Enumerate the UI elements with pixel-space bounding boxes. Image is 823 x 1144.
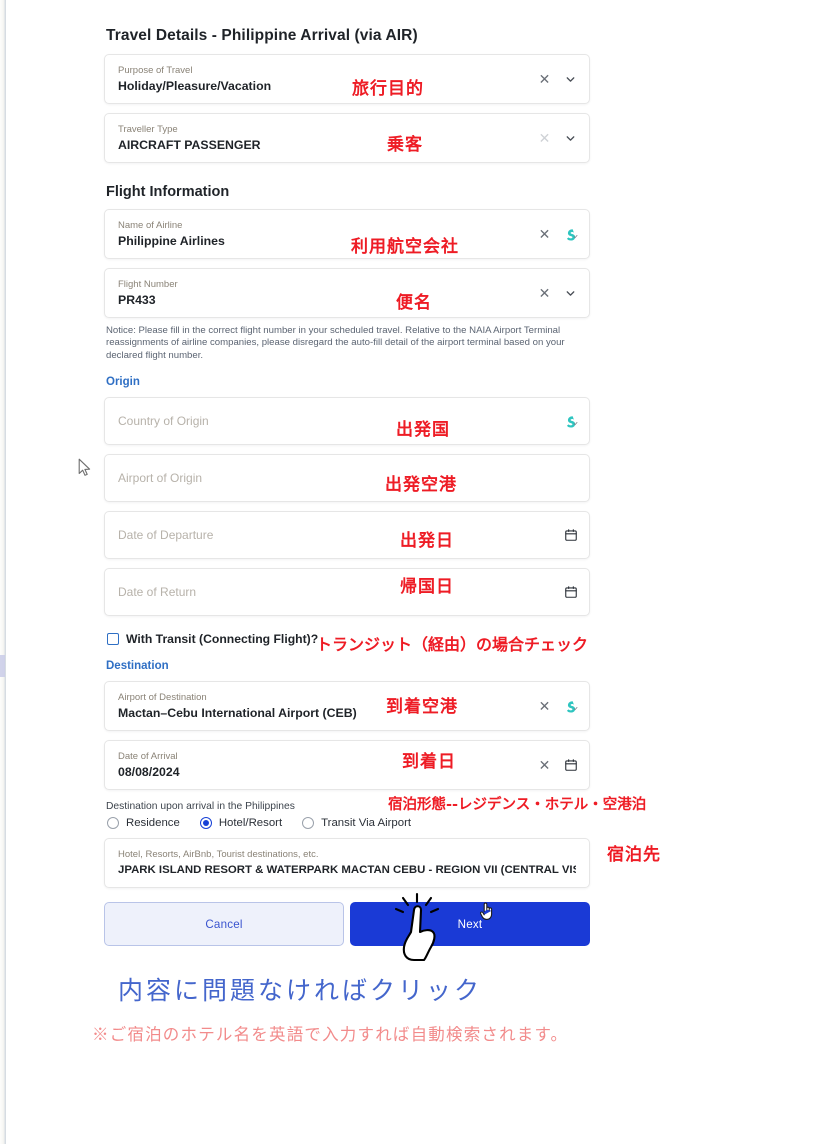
field-label: Traveller Type <box>118 124 178 135</box>
clear-icon[interactable]: ✕ <box>537 131 552 146</box>
field-date-of-arrival[interactable]: Date of Arrival 08/08/2024 ✕ <box>104 740 590 791</box>
annotation-transit: トランジット（経由）の場合チェック <box>316 635 589 654</box>
field-date-of-return[interactable]: Date of Return <box>104 568 590 617</box>
field-purpose-of-travel[interactable]: Purpose of Travel Holiday/Pleasure/Vacat… <box>104 54 590 104</box>
mouse-arrow-cursor <box>78 458 92 482</box>
field-icons <box>563 569 578 615</box>
field-icons: ✕ <box>537 741 578 789</box>
field-value: PR433 <box>118 293 156 307</box>
flight-number-notice: Notice: Please fill in the correct fligh… <box>106 325 565 361</box>
cancel-button[interactable]: Cancel <box>104 902 344 947</box>
radio-label-hotel-resort[interactable]: Hotel/Resort <box>219 817 282 829</box>
annotation-airport-of-origin: 出発空港 <box>385 475 457 495</box>
field-flight-number[interactable]: Flight Number PR433 ✕ <box>104 268 590 318</box>
annotation-date-of-return: 帰国日 <box>400 577 454 597</box>
field-label: Hotel, Resorts, AirBnb, Tourist destinat… <box>118 849 319 861</box>
footnote-hotel-search: ※ご宿泊のホテル名を英語で入力すれば自動検索されます。 <box>92 1025 569 1044</box>
field-placeholder: Date of Departure <box>118 528 214 543</box>
calendar-icon[interactable] <box>563 528 578 543</box>
page-scrollbar-track[interactable] <box>0 0 6 1144</box>
radio-transit-via-airport[interactable] <box>302 817 315 830</box>
page-title: Travel Details - Philippine Arrival (via… <box>106 27 418 44</box>
annotation-hotel: 宿泊先 <box>607 845 661 865</box>
chevron-down-icon[interactable] <box>563 286 578 301</box>
field-country-of-origin[interactable]: Country of Origin <box>104 397 590 446</box>
chevron-down-icon[interactable] <box>563 72 578 87</box>
annotation-airport-of-destination: 到着空港 <box>386 697 458 717</box>
field-date-of-departure[interactable]: Date of Departure <box>104 511 590 560</box>
radio-residence[interactable] <box>107 817 119 830</box>
field-label: Airport of Destination <box>118 692 207 704</box>
field-icons: ✕ <box>537 682 578 730</box>
clear-icon[interactable]: ✕ <box>537 227 552 242</box>
field-value: Mactan–Cebu International Airport (CEB) <box>118 706 357 721</box>
transit-label: With Transit (Connecting Flight)? <box>126 632 319 647</box>
annotation-purpose: 旅行目的 <box>352 79 424 99</box>
hand-pointing-illustration <box>384 892 454 972</box>
field-icons: ✕ <box>537 55 578 103</box>
flight-information-heading: Flight Information <box>106 184 230 200</box>
annotation-date-of-departure: 出発日 <box>400 531 454 551</box>
field-value: Philippine Airlines <box>118 234 225 248</box>
hand-pointer-cursor <box>479 901 495 926</box>
field-icons <box>563 512 578 558</box>
annotation-accommodation-type: 宿泊形態--レジデンス・ホテル・空港泊 <box>388 797 647 813</box>
annotation-airline: 利用航空会社 <box>351 237 459 257</box>
autofill-icon[interactable] <box>563 227 578 242</box>
field-placeholder: Date of Return <box>118 585 197 600</box>
destination-heading: Destination <box>106 660 169 673</box>
field-placeholder: Country of Origin <box>118 414 209 429</box>
calendar-icon[interactable] <box>563 585 578 600</box>
field-value: JPARK ISLAND RESORT & WATERPARK MACTAN C… <box>118 864 576 877</box>
field-label: Name of Airline <box>118 220 183 231</box>
field-airport-of-destination[interactable]: Airport of Destination Mactan–Cebu Inter… <box>104 681 590 732</box>
field-name-of-airline[interactable]: Name of Airline Philippine Airlines ✕ <box>104 209 590 259</box>
annotation-next-button: 内容に問題なければクリック <box>118 976 483 1005</box>
field-icons <box>563 398 578 444</box>
field-hotel-name[interactable]: Hotel, Resorts, AirBnb, Tourist destinat… <box>104 838 590 889</box>
clear-icon[interactable]: ✕ <box>537 72 552 87</box>
field-icons: ✕ <box>537 269 578 317</box>
calendar-icon[interactable] <box>563 758 578 773</box>
page-scrollbar-thumb[interactable] <box>0 655 5 677</box>
radio-label-transit-via-airport[interactable]: Transit Via Airport <box>321 817 411 829</box>
transit-checkbox[interactable] <box>107 633 119 646</box>
field-icons: ✕ <box>537 210 578 258</box>
form-actions: Cancel Next <box>104 902 590 947</box>
destination-type-radio-group: Residence Hotel/Resort Transit Via Airpo… <box>107 817 590 830</box>
field-label: Purpose of Travel <box>118 65 193 76</box>
field-airport-of-origin[interactable]: Airport of Origin <box>104 454 590 503</box>
field-value: 08/08/2024 <box>118 765 180 780</box>
annotation-traveller-type: 乗客 <box>387 135 423 155</box>
radio-label-residence[interactable]: Residence <box>126 817 180 829</box>
annotation-flight-number: 便名 <box>396 293 432 313</box>
field-value: AIRCRAFT PASSENGER <box>118 138 261 152</box>
field-placeholder: Airport of Origin <box>118 471 203 486</box>
origin-heading: Origin <box>106 376 140 389</box>
annotation-country-of-origin: 出発国 <box>396 420 450 440</box>
annotation-date-of-arrival: 到着日 <box>402 752 456 772</box>
field-traveller-type[interactable]: Traveller Type AIRCRAFT PASSENGER ✕ <box>104 113 590 163</box>
field-label: Date of Arrival <box>118 751 178 763</box>
autofill-icon[interactable] <box>563 414 578 429</box>
field-icons: ✕ <box>537 114 578 162</box>
radio-hotel-resort[interactable] <box>199 817 212 830</box>
clear-icon[interactable]: ✕ <box>537 758 552 773</box>
chevron-down-icon[interactable] <box>563 131 578 146</box>
clear-icon[interactable]: ✕ <box>537 699 552 714</box>
field-label: Flight Number <box>118 279 178 290</box>
clear-icon[interactable]: ✕ <box>537 286 552 301</box>
field-value: Holiday/Pleasure/Vacation <box>118 79 272 93</box>
autofill-icon[interactable] <box>563 699 578 714</box>
